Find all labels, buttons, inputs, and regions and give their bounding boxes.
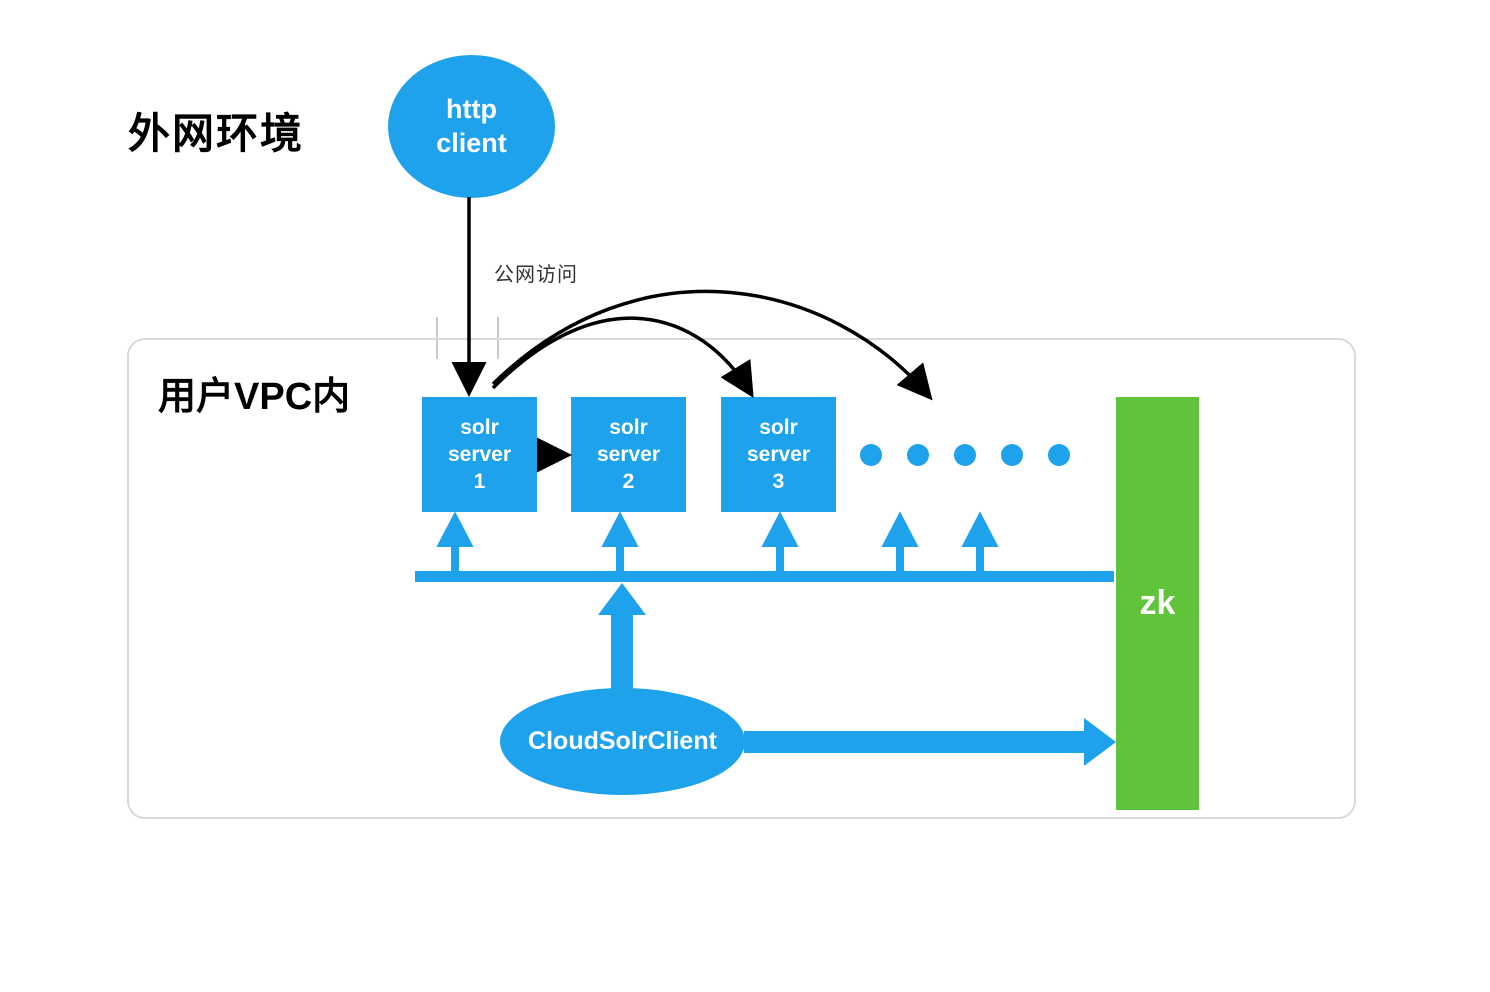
- ellipsis-dot: [954, 444, 976, 466]
- ellipsis-dot: [860, 444, 882, 466]
- solr-server-3: solrserver3: [721, 397, 836, 512]
- zk-node: zk: [1116, 397, 1199, 810]
- ellipsis-dot: [1048, 444, 1070, 466]
- ellipsis-dots: [860, 443, 1070, 467]
- ellipsis-dot: [907, 444, 929, 466]
- external-env-label: 外网环境: [128, 100, 304, 161]
- cloud-solr-client-node: CloudSolrClient: [500, 688, 745, 795]
- public-access-label: 公网访问: [494, 258, 578, 287]
- solr-server-1: solrserver1: [422, 397, 537, 512]
- http-client-node: httpclient: [388, 55, 555, 198]
- solr-server-2: solrserver2: [571, 397, 686, 512]
- vpc-label: 用户VPC内: [158, 365, 350, 420]
- ellipsis-dot: [1001, 444, 1023, 466]
